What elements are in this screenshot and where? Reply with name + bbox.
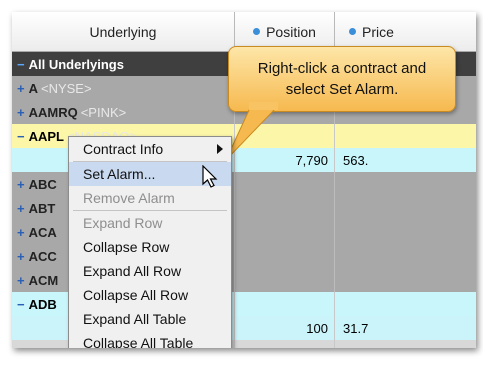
price-cell — [335, 196, 476, 220]
collapse-icon[interactable]: − — [17, 297, 25, 312]
price-cell — [335, 268, 476, 292]
underlying-cell: + A <NYSE> — [12, 76, 235, 100]
expand-icon[interactable]: + — [17, 345, 25, 349]
underlying-cell: − All Underlyings — [12, 52, 235, 76]
menu-item-expand-all-table[interactable]: Expand All Table — [69, 307, 231, 331]
exchange-label: <PINK> — [80, 104, 127, 120]
menu-item-collapse-row[interactable]: Collapse Row — [69, 235, 231, 259]
symbol-label: AAMRQ — [28, 104, 78, 120]
menu-item-label: Expand All Row — [83, 263, 182, 279]
column-header-label: Position — [266, 23, 316, 40]
column-dot-icon — [253, 28, 261, 35]
symbol-label: ABT — [28, 200, 56, 216]
position-cell — [235, 268, 335, 292]
symbol-label: ADI — [29, 345, 51, 349]
menu-item-label: Contract Info — [83, 141, 164, 157]
menu-item-label: Remove Alarm — [83, 190, 175, 206]
expand-icon[interactable]: + — [17, 225, 25, 240]
menu-item-remove-alarm: Remove Alarm — [69, 186, 231, 210]
menu-item-collapse-all-row[interactable]: Collapse All Row — [69, 283, 231, 307]
menu-item-label: Collapse All Row — [83, 287, 189, 303]
price-cell — [335, 124, 476, 148]
collapse-icon[interactable]: − — [17, 57, 25, 72]
menu-item-label: Collapse Row — [83, 239, 170, 255]
column-header-label: Price — [362, 23, 394, 40]
symbol-label: ADB — [28, 296, 57, 312]
submenu-arrow-icon — [217, 144, 223, 154]
expand-icon[interactable]: + — [17, 177, 25, 192]
price-cell: 31.7 — [343, 320, 369, 336]
position-cell — [235, 172, 335, 196]
position-cell — [235, 244, 335, 268]
position-cell — [235, 340, 335, 348]
symbol-label: AAPL — [28, 128, 64, 144]
menu-item-expand-all-row[interactable]: Expand All Row — [69, 259, 231, 283]
column-dot-icon — [349, 28, 356, 35]
price-cell: 563. — [343, 152, 369, 168]
screenshot-frame: Underlying Position Price − All Underlyin… — [12, 12, 476, 348]
price-cell — [335, 172, 476, 196]
position-cell — [235, 292, 335, 316]
price-cell — [335, 292, 476, 316]
menu-item-label: Expand Row — [83, 215, 163, 231]
column-header-underlying[interactable]: Underlying — [12, 12, 235, 52]
expand-icon[interactable]: + — [17, 81, 25, 96]
menu-item-label: Expand All Table — [83, 311, 187, 327]
expand-icon[interactable]: + — [17, 201, 25, 216]
position-cell — [235, 220, 335, 244]
symbol-label: All Underlyings — [28, 56, 124, 72]
menu-item-label: Set Alarm... — [83, 166, 156, 182]
menu-item-contract-info[interactable]: Contract Info — [69, 137, 231, 161]
symbol-label: ABC — [28, 176, 57, 192]
menu-item-label: Collapse All Table — [83, 335, 194, 348]
callout-text: Right-click a contract and select Set Al… — [257, 60, 427, 98]
symbol-label: ACA — [28, 224, 57, 240]
expand-icon[interactable]: + — [17, 249, 25, 264]
position-cell: 100 — [235, 316, 335, 340]
collapse-icon[interactable]: − — [17, 129, 25, 144]
price-cell — [335, 340, 476, 348]
expand-icon[interactable]: + — [17, 105, 25, 120]
price-cell — [335, 220, 476, 244]
mouse-pointer-icon — [202, 165, 218, 188]
symbol-label: A — [28, 80, 38, 96]
symbol-label: ACM — [28, 272, 59, 288]
price-cell — [335, 244, 476, 268]
symbol-label: ACC — [28, 248, 57, 264]
column-header-label: Underlying — [89, 23, 157, 40]
menu-item-expand-row: Expand Row — [69, 211, 231, 235]
position-cell — [235, 196, 335, 220]
exchange-label: <NYSE> — [40, 80, 92, 96]
underlying-cell: + AAMRQ <PINK> — [12, 100, 235, 124]
expand-icon[interactable]: + — [17, 273, 25, 288]
menu-item-collapse-all-table[interactable]: Collapse All Table — [69, 331, 231, 348]
